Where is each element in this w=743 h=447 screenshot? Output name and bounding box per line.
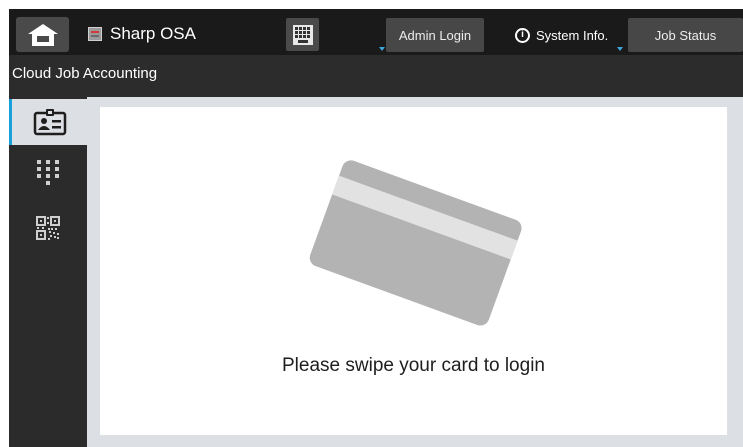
id-card-icon (33, 109, 66, 136)
keypad-icon (37, 160, 59, 185)
system-info-label: System Info. (536, 27, 609, 43)
sidebar-item-qr-code[interactable] (9, 205, 87, 251)
login-panel: Please swipe your card to login (100, 107, 727, 435)
dropdown-indicator-icon (379, 47, 385, 51)
app-frame: Sharp OSA Admin Login i System Info. Job… (9, 9, 743, 447)
main-content: Please swipe your card to login (87, 97, 743, 447)
keyboard-button[interactable] (286, 18, 319, 51)
card-illustration (296, 147, 536, 341)
sharp-osa-app-icon (88, 27, 102, 41)
sidebar-item-id-card[interactable] (9, 99, 87, 145)
login-method-sidebar (9, 97, 87, 447)
admin-login-button[interactable]: Admin Login (386, 18, 484, 52)
home-button[interactable] (16, 17, 69, 52)
app-name[interactable]: Sharp OSA (110, 24, 196, 44)
system-info-button[interactable]: i System Info. (515, 18, 623, 52)
job-status-button[interactable]: Job Status (628, 18, 743, 52)
page-title: Cloud Job Accounting (12, 65, 158, 82)
info-icon: i (515, 27, 530, 43)
home-icon (27, 23, 58, 46)
swipe-card-message: Please swipe your card to login (282, 355, 545, 376)
title-bar: Cloud Job Accounting (9, 55, 743, 97)
top-bar: Sharp OSA Admin Login i System Info. Job… (9, 9, 743, 55)
sidebar-item-keypad[interactable] (9, 149, 87, 195)
dropdown-indicator-icon (617, 47, 623, 51)
keyboard-icon (292, 24, 313, 45)
qr-code-icon (36, 216, 60, 240)
card-icon (309, 160, 522, 326)
